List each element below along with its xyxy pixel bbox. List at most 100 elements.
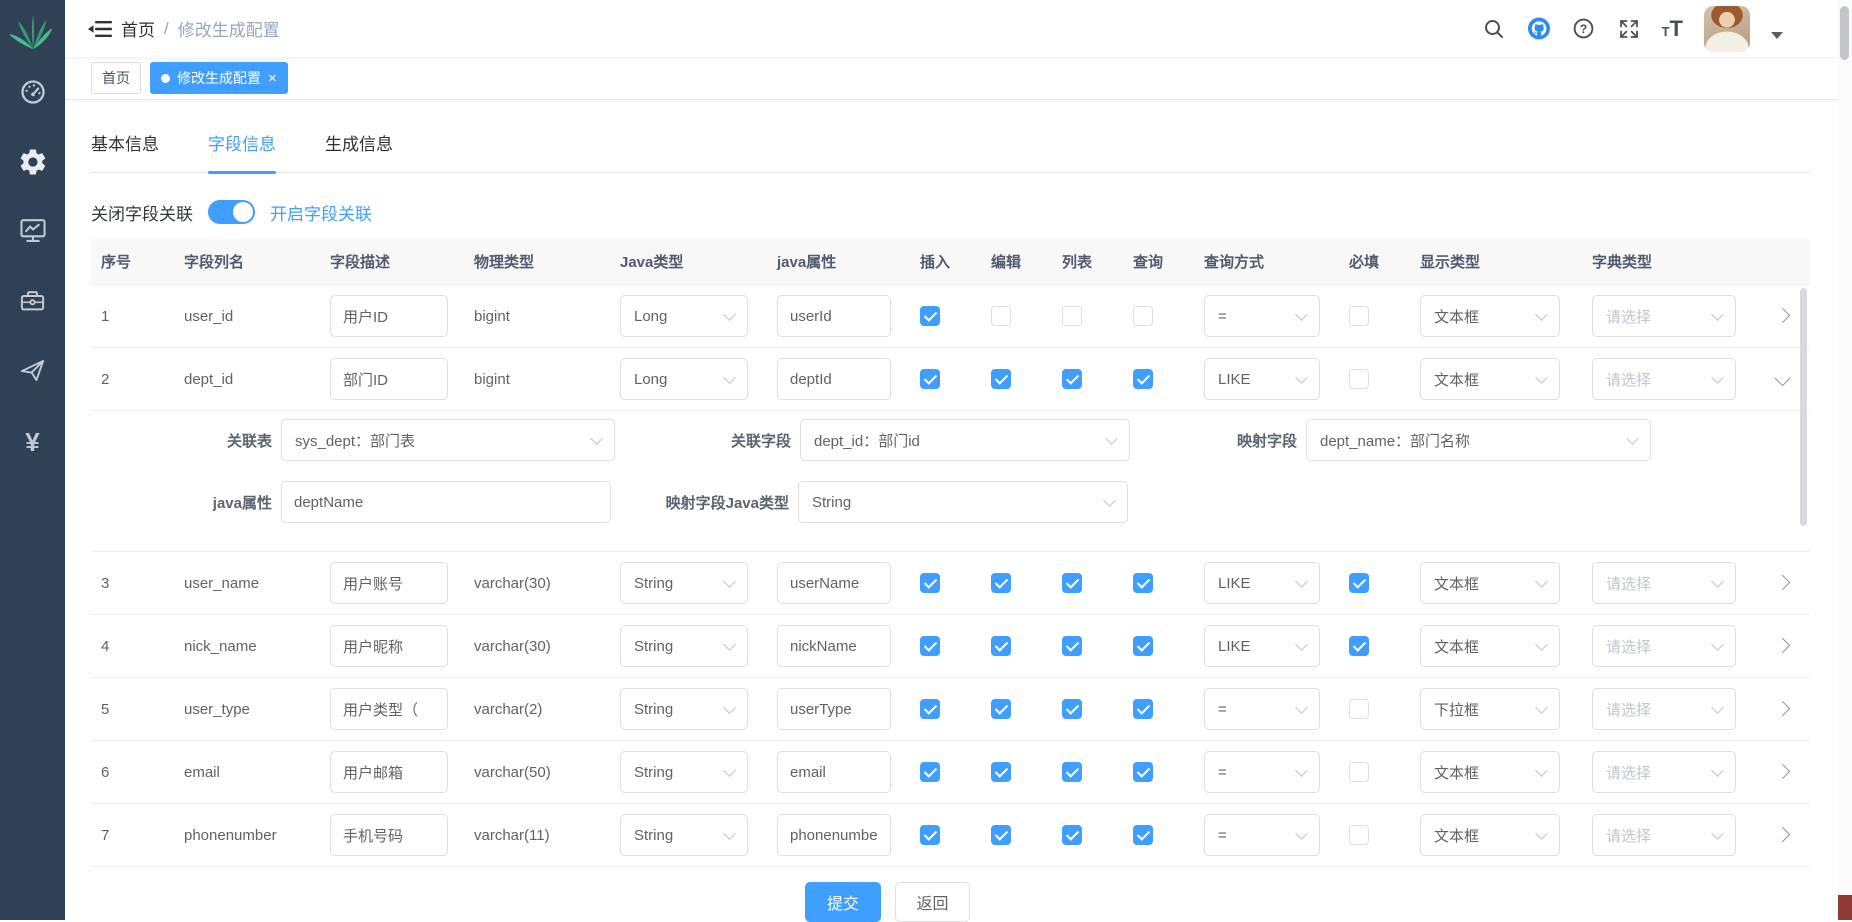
- required-checkbox[interactable]: [1349, 825, 1369, 845]
- description-input[interactable]: [330, 625, 448, 667]
- sidebar-item-monitor[interactable]: [0, 216, 65, 244]
- display-type-select[interactable]: 文本框: [1420, 358, 1560, 400]
- list-checkbox[interactable]: [1062, 762, 1082, 782]
- dict-type-select[interactable]: 请选择: [1592, 562, 1736, 604]
- java-type-select[interactable]: String: [620, 814, 748, 856]
- table-scrollbar-thumb[interactable]: [1800, 288, 1807, 526]
- window-scrollbar-thumb[interactable]: [1840, 6, 1849, 60]
- required-checkbox[interactable]: [1349, 762, 1369, 782]
- required-checkbox[interactable]: [1349, 636, 1369, 656]
- required-checkbox[interactable]: [1349, 573, 1369, 593]
- sidebar-item-system[interactable]: [0, 147, 65, 177]
- expand-row-icon[interactable]: [1775, 371, 1791, 386]
- display-type-select[interactable]: 文本框: [1420, 625, 1560, 667]
- java-attr-input[interactable]: [777, 295, 891, 337]
- java-type-select[interactable]: String: [620, 688, 748, 730]
- dict-type-select[interactable]: 请选择: [1592, 295, 1736, 337]
- expand-row-icon[interactable]: [1775, 308, 1791, 323]
- edit-checkbox[interactable]: [991, 762, 1011, 782]
- query-type-select[interactable]: LIKE: [1204, 358, 1320, 400]
- sidebar-item-guide[interactable]: [0, 357, 65, 384]
- tab-item[interactable]: 生成信息: [325, 112, 393, 172]
- dict-type-select[interactable]: 请选择: [1592, 358, 1736, 400]
- edit-checkbox[interactable]: [991, 573, 1011, 593]
- java-attr-input[interactable]: [777, 358, 891, 400]
- app-logo[interactable]: [0, 10, 65, 52]
- breadcrumb-home[interactable]: 首页: [121, 16, 155, 41]
- edit-checkbox[interactable]: [991, 636, 1011, 656]
- list-checkbox[interactable]: [1062, 306, 1082, 326]
- description-input[interactable]: [330, 814, 448, 856]
- list-checkbox[interactable]: [1062, 573, 1082, 593]
- edit-checkbox[interactable]: [991, 699, 1011, 719]
- dict-type-select[interactable]: 请选择: [1592, 688, 1736, 730]
- required-checkbox[interactable]: [1349, 699, 1369, 719]
- query-type-select[interactable]: =: [1204, 814, 1320, 856]
- tag-active[interactable]: 修改生成配置×: [150, 62, 288, 94]
- query-type-select[interactable]: LIKE: [1204, 625, 1320, 667]
- query-type-select[interactable]: =: [1204, 751, 1320, 793]
- list-checkbox[interactable]: [1062, 825, 1082, 845]
- association-switch[interactable]: [208, 200, 255, 224]
- list-checkbox[interactable]: [1062, 369, 1082, 389]
- expansion-select[interactable]: dept_id：部门id: [800, 419, 1130, 461]
- insert-checkbox[interactable]: [920, 636, 940, 656]
- display-type-select[interactable]: 文本框: [1420, 295, 1560, 337]
- java-type-select[interactable]: Long: [620, 358, 748, 400]
- java-type-select[interactable]: String: [620, 625, 748, 667]
- insert-checkbox[interactable]: [920, 699, 940, 719]
- description-input[interactable]: [330, 562, 448, 604]
- avatar-caret-down-icon[interactable]: [1771, 32, 1783, 39]
- expand-row-icon[interactable]: [1775, 575, 1791, 590]
- java-type-select[interactable]: String: [620, 751, 748, 793]
- sidebar-item-tools[interactable]: [0, 287, 65, 314]
- back-button[interactable]: 返回: [895, 882, 970, 922]
- description-input[interactable]: [330, 358, 448, 400]
- submit-button[interactable]: 提交: [805, 882, 881, 922]
- insert-checkbox[interactable]: [920, 825, 940, 845]
- tag-item[interactable]: 首页: [91, 62, 141, 94]
- github-link[interactable]: [1527, 17, 1551, 41]
- query-checkbox[interactable]: [1133, 573, 1153, 593]
- expand-row-icon[interactable]: [1775, 827, 1791, 842]
- display-type-select[interactable]: 下拉框: [1420, 688, 1560, 730]
- insert-checkbox[interactable]: [920, 573, 940, 593]
- display-type-select[interactable]: 文本框: [1420, 814, 1560, 856]
- java-type-select[interactable]: Long: [620, 295, 748, 337]
- java-type-select[interactable]: String: [620, 562, 748, 604]
- expansion-input[interactable]: [281, 481, 611, 523]
- expansion-select[interactable]: dept_name：部门名称: [1306, 419, 1651, 461]
- search-button[interactable]: [1482, 17, 1506, 41]
- required-checkbox[interactable]: [1349, 369, 1369, 389]
- java-attr-input[interactable]: [777, 688, 891, 730]
- tab-item[interactable]: 基本信息: [91, 112, 159, 172]
- java-attr-input[interactable]: [777, 751, 891, 793]
- help-button[interactable]: ?: [1572, 17, 1596, 41]
- query-checkbox[interactable]: [1133, 699, 1153, 719]
- list-checkbox[interactable]: [1062, 699, 1082, 719]
- query-checkbox[interactable]: [1133, 825, 1153, 845]
- insert-checkbox[interactable]: [920, 762, 940, 782]
- java-attr-input[interactable]: [777, 814, 891, 856]
- java-attr-input[interactable]: [777, 625, 891, 667]
- insert-checkbox[interactable]: [920, 369, 940, 389]
- query-type-select[interactable]: LIKE: [1204, 562, 1320, 604]
- query-checkbox[interactable]: [1133, 369, 1153, 389]
- font-size-button[interactable]: TT: [1662, 16, 1683, 42]
- expand-row-icon[interactable]: [1775, 764, 1791, 779]
- sidebar-item-dashboard[interactable]: [0, 78, 65, 106]
- list-checkbox[interactable]: [1062, 636, 1082, 656]
- insert-checkbox[interactable]: [920, 306, 940, 326]
- dict-type-select[interactable]: 请选择: [1592, 751, 1736, 793]
- sidebar-item-pay[interactable]: ¥: [0, 427, 65, 458]
- java-attr-input[interactable]: [777, 562, 891, 604]
- tab-active[interactable]: 字段信息: [208, 112, 276, 172]
- description-input[interactable]: [330, 751, 448, 793]
- query-checkbox[interactable]: [1133, 762, 1153, 782]
- query-checkbox[interactable]: [1133, 636, 1153, 656]
- required-checkbox[interactable]: [1349, 306, 1369, 326]
- window-scrollbar[interactable]: [1838, 0, 1852, 920]
- query-type-select[interactable]: =: [1204, 295, 1320, 337]
- expand-row-icon[interactable]: [1775, 638, 1791, 653]
- dict-type-select[interactable]: 请选择: [1592, 814, 1736, 856]
